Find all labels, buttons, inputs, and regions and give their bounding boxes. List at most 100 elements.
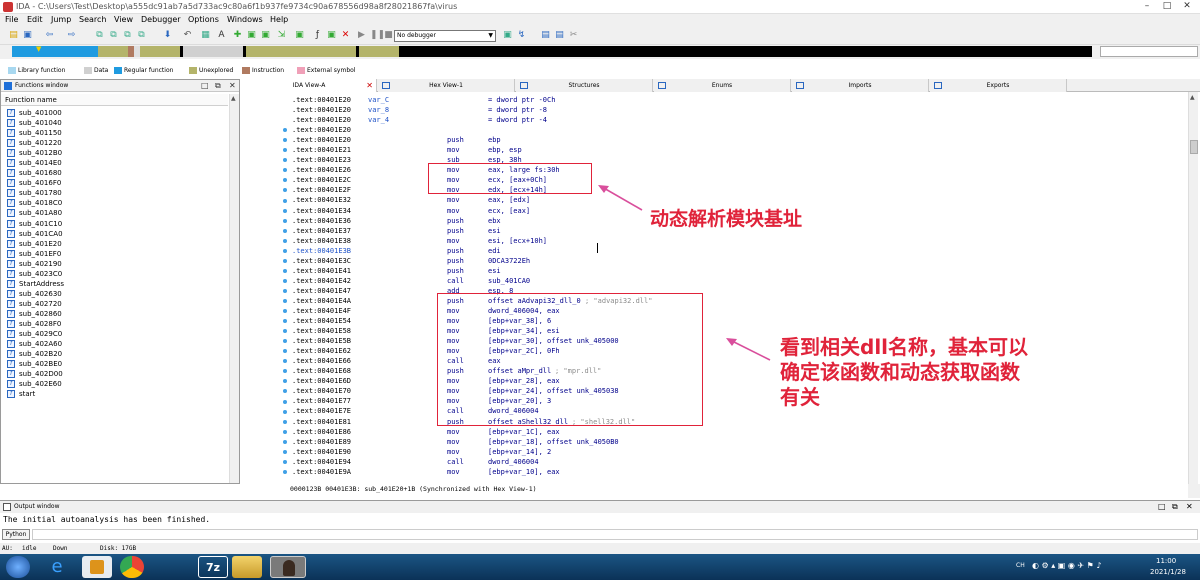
function-list-item[interactable]: f sub_401EF0 — [1, 249, 228, 259]
function-list-item[interactable]: f sub_401040 — [1, 118, 228, 128]
back-icon[interactable]: ⇦ — [44, 30, 55, 41]
code-line[interactable]: .text:00401E70 mov [ebp+var_24], offset un… — [292, 386, 1182, 396]
code-line[interactable]: .text:00401E2F mov edx, [ecx+14h] — [292, 185, 1182, 195]
close-button[interactable]: ✕ — [1178, 1, 1196, 12]
breakpoint-dot[interactable] — [283, 319, 287, 324]
function-list-item[interactable]: f sub_4016F0 — [1, 178, 228, 188]
open-icon[interactable]: ▤ — [8, 30, 19, 41]
breakpoint-dot[interactable] — [283, 299, 287, 303]
breakpoint-dot[interactable] — [283, 238, 287, 243]
breakpoint-dot[interactable] — [283, 148, 287, 153]
breakpoint-dot[interactable] — [283, 178, 287, 183]
breakpoint-dot[interactable] — [283, 399, 287, 404]
maximize-button[interactable]: □ — [1158, 1, 1176, 12]
code-line[interactable]: .text:00401E26 mov eax, large fs:30h — [292, 165, 1182, 175]
code-line[interactable]: .text:00401E81 push offset aShell32_dll; "… — [292, 417, 1182, 427]
down-arrow-icon[interactable]: ⬇ — [162, 30, 173, 41]
function-list-item[interactable]: f sub_4029C0 — [1, 329, 228, 339]
ida-taskbar-icon[interactable] — [270, 556, 306, 578]
breakpoint-dot[interactable] — [283, 228, 287, 233]
start-button-icon[interactable] — [6, 556, 30, 578]
ie-browser-icon[interactable]: e — [42, 556, 72, 578]
function-list-item[interactable]: f sub_401220 — [1, 138, 228, 148]
breakpoint-dot[interactable] — [283, 258, 287, 263]
scroll-up-icon[interactable]: ▲ — [231, 96, 238, 102]
start-debug-icon[interactable]: ▶ — [356, 30, 367, 41]
menu-options[interactable]: Options — [188, 15, 219, 24]
media-player-icon[interactable] — [82, 556, 112, 578]
code-line[interactable]: .text:00401E20 push ebp — [292, 135, 1182, 145]
menu-debugger[interactable]: Debugger — [141, 15, 181, 24]
function-list-item[interactable]: f sub_402B20 — [1, 349, 228, 359]
code-line[interactable]: .text:00401E20 var_C = dword ptr -0Ch — [292, 95, 1182, 105]
menu-jump[interactable]: Jump — [51, 15, 71, 24]
scroll-thumb[interactable] — [1190, 140, 1198, 154]
code-line[interactable]: .text:00401E9A mov [ebp+var_10], eax — [292, 467, 1182, 477]
data-icon[interactable]: ▣ — [246, 30, 257, 41]
function-list-item[interactable]: f sub_401680 — [1, 168, 228, 178]
navigation-band[interactable] — [12, 46, 1092, 57]
struct-icon[interactable]: ▣ — [294, 30, 305, 41]
menu-help[interactable]: Help — [270, 15, 288, 24]
function-list-item[interactable]: f sub_4014E0 — [1, 158, 228, 168]
breakpoint-dot[interactable] — [283, 329, 287, 334]
menu-edit[interactable]: Edit — [27, 15, 43, 24]
undo-icon[interactable]: ↶ — [182, 30, 193, 41]
code-line[interactable]: .text:00401E42 call sub_401CA0 — [292, 276, 1182, 286]
function-list-item[interactable]: f sub_401150 — [1, 128, 228, 138]
panel-close-icon[interactable]: ✕ — [229, 80, 236, 92]
function-list-item[interactable]: f sub_401C10 — [1, 219, 228, 229]
output-restore-icon[interactable]: □ — [1158, 501, 1166, 513]
file-explorer-icon[interactable] — [232, 556, 262, 578]
pause-icon[interactable]: ❚❚ — [370, 30, 385, 41]
tab-enums[interactable]: Enums — [654, 79, 791, 92]
text-a-icon[interactable]: A — [216, 30, 227, 41]
code-line[interactable]: .text:00401E89 mov [ebp+var_18], offset un… — [292, 437, 1182, 447]
breakpoint-dot[interactable] — [283, 369, 287, 374]
function-list-item[interactable]: f sub_4012B0 — [1, 148, 228, 158]
code-line[interactable]: .text:00401E3C push 0DCA3722Eh — [292, 256, 1182, 266]
trace-icon[interactable]: ▤ — [554, 30, 565, 41]
breakpoint-dot[interactable] — [283, 419, 287, 424]
breakpoint-dot[interactable] — [283, 459, 287, 464]
code-line[interactable]: .text:00401E6D mov [ebp+var_28], eax — [292, 376, 1182, 386]
tray-icons[interactable]: ◐ ⚙ ▴ ▣ ◉ ✈ ⚑ ♪ — [1032, 561, 1102, 570]
undefine-icon[interactable]: ✕ — [340, 30, 351, 41]
code-line[interactable]: .text:00401E47 add esp, 8 — [292, 286, 1182, 296]
enum-icon[interactable]: ▣ — [326, 30, 337, 41]
code-line[interactable]: .text:00401E90 mov [ebp+var_14], 2 — [292, 447, 1182, 457]
tools-icon[interactable]: ✂ — [568, 30, 579, 41]
menu-search[interactable]: Search — [79, 15, 106, 24]
code-line[interactable]: .text:00401E20 var_4 = dword ptr -4 — [292, 115, 1182, 125]
clock-date[interactable]: 2021/1/28 — [1150, 568, 1186, 576]
breakpoint-dot[interactable] — [283, 449, 287, 454]
forward-icon[interactable]: ⇨ — [66, 30, 77, 41]
debugger-select[interactable]: No debugger ▼ — [394, 30, 496, 42]
breakpoint-dot[interactable] — [283, 128, 287, 133]
code-line[interactable]: .text:00401E4A push offset aAdvapi32_dll_0… — [292, 296, 1182, 306]
function-list-item[interactable]: f sub_402860 — [1, 309, 228, 319]
code-line[interactable]: .text:00401E68 push offset aMpr_dll; "mpr.… — [292, 366, 1182, 376]
function-list-item[interactable]: f StartAddress — [1, 279, 228, 289]
code-line[interactable]: .text:00401E41 push esi — [292, 266, 1182, 276]
tab-exports[interactable]: Exports — [930, 79, 1067, 92]
menu-file[interactable]: File — [5, 15, 18, 24]
bookmark-icon[interactable]: ⧉ — [108, 30, 119, 41]
breakpoint-dot[interactable] — [283, 198, 287, 203]
function-list-item[interactable]: f sub_401E20 — [1, 239, 228, 249]
tab-imports[interactable]: Imports — [792, 79, 929, 92]
code-line[interactable]: .text:00401E86 mov [ebp+var_1C], eax — [292, 427, 1182, 437]
code-line[interactable]: .text:00401E20 — [292, 125, 1182, 135]
code-line[interactable]: .text:00401E23 sub esp, 38h — [292, 155, 1182, 165]
disassembly-scrollbar[interactable]: ▲ — [1188, 92, 1198, 484]
code-line[interactable]: .text:00401E94 call dword_406004 — [292, 457, 1182, 467]
scroll-up-icon[interactable]: ▲ — [1190, 94, 1195, 101]
breakpoint-dot[interactable] — [283, 309, 287, 314]
function-list-item[interactable]: f sub_4023C0 — [1, 269, 228, 279]
function-list-item[interactable]: f sub_402D00 — [1, 369, 228, 379]
python-input[interactable] — [32, 529, 1198, 540]
breakpoint-dot[interactable] — [283, 429, 287, 434]
panel-restore-icon[interactable]: □ — [201, 80, 209, 92]
chrome-icon[interactable] — [120, 556, 144, 578]
breakpoint-dot[interactable] — [283, 138, 287, 143]
